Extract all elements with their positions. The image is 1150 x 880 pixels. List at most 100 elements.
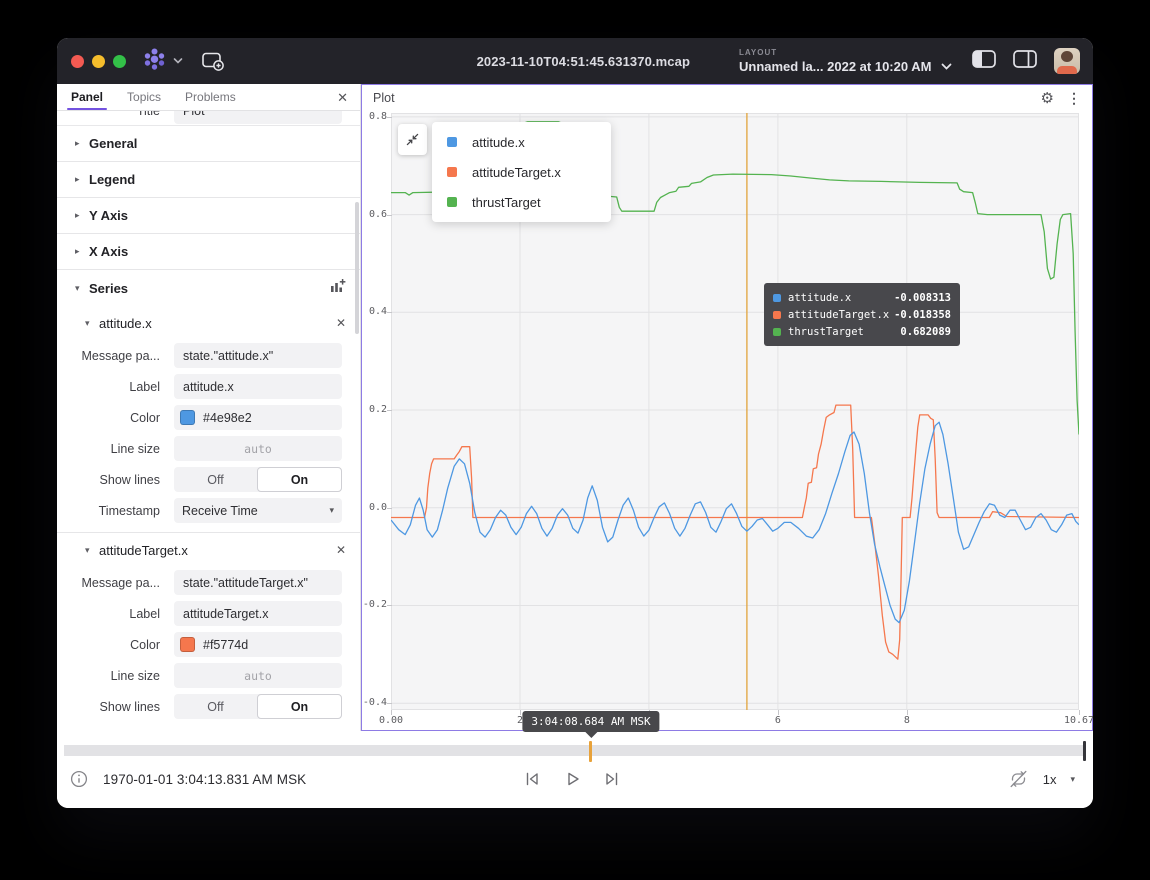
playback-speed[interactable]: 1x [1043, 772, 1057, 787]
timeline-hover-marker[interactable] [589, 741, 592, 762]
loop-playback-button[interactable] [1008, 769, 1029, 789]
message-path-input[interactable] [174, 343, 342, 368]
current-timestamp: 1970-01-01 3:04:13.831 AM MSK [103, 772, 306, 787]
series-color-swatch [447, 197, 457, 207]
series-color-swatch [773, 294, 781, 302]
timestamp-select[interactable]: Receive Time ▾ [174, 498, 342, 523]
timeline-playhead-marker[interactable] [1083, 741, 1086, 761]
playback-controls: 1970-01-01 3:04:13.831 AM MSK [69, 761, 1075, 797]
show-lines-on-button[interactable]: On [257, 694, 342, 719]
collapsed-caret-icon: ▸ [75, 138, 89, 149]
x-tick-mark [778, 710, 779, 715]
seek-backward-button[interactable] [523, 770, 541, 788]
x-tick-label: 8 [885, 715, 929, 726]
x-tick-label: 0.00 [369, 715, 413, 726]
data-source-title: 2023-11-10T04:51:45.631370.mcap [477, 54, 690, 69]
line-size-input[interactable] [174, 436, 342, 461]
sidebar-close-icon[interactable]: ✕ [337, 91, 348, 104]
label-label: Label [57, 380, 174, 394]
message-path-label: Message pa... [57, 349, 174, 363]
series-color-swatch [773, 311, 781, 319]
series-header-attitude-x[interactable]: ▾ attitude.x ✕ [57, 306, 360, 340]
plot-legend: attitude.x attitudeTarget.x thrustTarget [432, 122, 611, 222]
left-sidebar-toggle-button[interactable] [972, 50, 996, 73]
show-lines-off-button[interactable]: Off [174, 694, 257, 719]
minimize-window-button[interactable] [92, 55, 105, 68]
legend-item-attitude-target-x[interactable]: attitudeTarget.x [432, 157, 611, 187]
message-path-input[interactable] [174, 570, 342, 595]
foxglove-logo-icon[interactable] [142, 46, 167, 77]
new-window-button[interactable] [201, 51, 226, 72]
close-window-button[interactable] [71, 55, 84, 68]
play-icon [563, 770, 581, 788]
title-field-label: Title [57, 111, 174, 118]
color-swatch[interactable] [180, 410, 195, 425]
y-tick-label: 0.2 [361, 404, 387, 415]
section-series[interactable]: ▾ Series [57, 270, 360, 306]
series-header-attitude-target-x[interactable]: ▾ attitudeTarget.x ✕ [57, 533, 360, 567]
skip-next-icon [603, 770, 621, 788]
section-general[interactable]: ▸ General [57, 126, 360, 162]
series-label-input[interactable] [174, 374, 342, 399]
new-window-icon [201, 51, 226, 72]
legend-item-attitude-x[interactable]: attitude.x [432, 127, 611, 157]
show-lines-on-button[interactable]: On [257, 467, 342, 492]
play-button[interactable] [563, 770, 581, 788]
seek-hover-tooltip: 3:04:08.684 AM MSK [522, 711, 659, 732]
data-source-info-button[interactable] [69, 769, 89, 789]
seek-forward-button[interactable] [603, 770, 621, 788]
series-group-attitude-x: ▾ attitude.x ✕ Message pa... Label Color [57, 306, 360, 533]
app-menu-chevron-icon[interactable] [173, 52, 183, 70]
color-swatch[interactable] [180, 637, 195, 652]
left-sidebar-icon [972, 50, 996, 68]
section-y-axis[interactable]: ▸ Y Axis [57, 198, 360, 234]
tab-panel[interactable]: Panel [67, 84, 107, 110]
show-lines-off-button[interactable]: Off [174, 467, 257, 492]
speed-chevron-icon[interactable]: ▾ [1070, 774, 1075, 785]
color-input[interactable]: #4e98e2 [174, 405, 342, 430]
legend-item-thrust-target[interactable]: thrustTarget [432, 187, 611, 217]
color-input[interactable]: #f5774d [174, 632, 342, 657]
tooltip-row: thrustTarget 0.682089 [773, 323, 951, 340]
x-tick-mark [391, 710, 392, 715]
remove-series-icon[interactable]: ✕ [336, 544, 346, 556]
layout-selector[interactable]: LAYOUT Unnamed la... 2022 at 10:20 AM [739, 38, 952, 84]
info-icon [70, 770, 88, 788]
sidebar-scrollbar[interactable] [355, 202, 359, 334]
y-tick-label: 0.8 [361, 111, 387, 122]
series-color-swatch [773, 328, 781, 336]
section-x-axis[interactable]: ▸ X Axis [57, 234, 360, 270]
show-lines-toggle: Off On [174, 694, 342, 719]
series-color-swatch [447, 167, 457, 177]
tab-problems[interactable]: Problems [181, 84, 240, 110]
timeline-scrubber[interactable] [64, 745, 1084, 756]
layout-name: Unnamed la... 2022 at 10:20 AM [739, 59, 931, 74]
app-window: 2023-11-10T04:51:45.631370.mcap LAYOUT U… [57, 38, 1093, 808]
y-tick-mark [387, 508, 392, 509]
legend-collapse-button[interactable] [398, 124, 427, 155]
panel-more-kebab-icon[interactable]: ⋮ [1067, 91, 1081, 105]
user-avatar[interactable] [1054, 48, 1080, 74]
add-series-button[interactable] [329, 277, 346, 299]
avatar-figure [1061, 51, 1073, 62]
remove-series-icon[interactable]: ✕ [336, 317, 346, 329]
panel-settings-gear-icon[interactable]: ⚙ [1041, 91, 1054, 106]
y-tick-mark [387, 312, 392, 313]
plot-hover-tooltip: attitude.x -0.008313 attitudeTarget.x -0… [764, 283, 960, 346]
plot-panel-header: Plot ⚙ ⋮ [361, 84, 1093, 112]
expanded-caret-icon: ▾ [75, 283, 89, 294]
tab-topics[interactable]: Topics [123, 84, 165, 110]
collapse-arrows-icon [405, 132, 420, 147]
series-label-input[interactable] [174, 601, 342, 626]
tooltip-row: attitudeTarget.x -0.018358 [773, 306, 951, 323]
right-sidebar-icon [1013, 50, 1037, 68]
panel-title-input[interactable] [174, 111, 342, 124]
line-size-input[interactable] [174, 663, 342, 688]
y-tick-mark [387, 703, 392, 704]
tooltip-row: attitude.x -0.008313 [773, 289, 951, 306]
section-legend[interactable]: ▸ Legend [57, 162, 360, 198]
title-field-row-clipped: Title [57, 111, 360, 126]
zoom-window-button[interactable] [113, 55, 126, 68]
right-sidebar-toggle-button[interactable] [1013, 50, 1037, 73]
collapsed-caret-icon: ▸ [75, 174, 89, 185]
